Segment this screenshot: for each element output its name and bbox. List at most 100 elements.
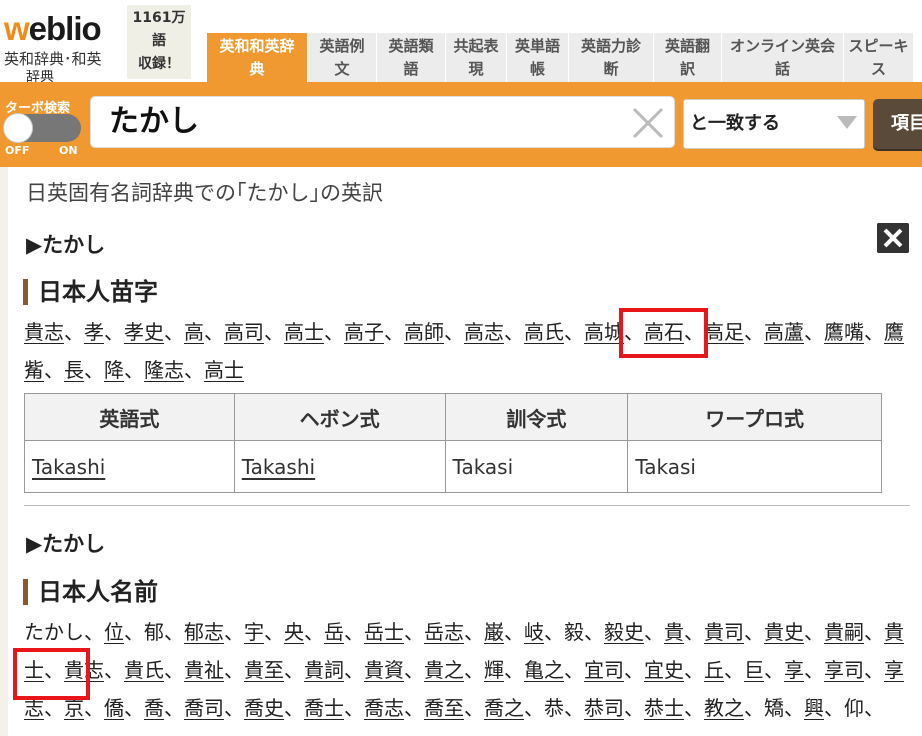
word-link[interactable]: 宜史 <box>644 658 684 682</box>
word-link[interactable]: 喬至 <box>424 696 464 720</box>
given-name-word-list: たかし、位、郁、郁志、宇、央、岳、岳士、岳志、巌、岐、毅、毅史、貴、貴司、貴史、… <box>24 613 912 736</box>
left-gutter <box>0 167 8 736</box>
word-link[interactable]: 教之 <box>704 696 744 720</box>
word-link[interactable]: 岐 <box>524 620 544 644</box>
word-link[interactable]: 高城 <box>584 320 624 344</box>
word-link[interactable]: 貴史 <box>764 620 804 644</box>
separator: 、 <box>684 696 704 720</box>
tab-0[interactable]: 英和和英辞典 <box>206 33 307 82</box>
tab-8[interactable]: スピーキス <box>843 33 913 82</box>
separator: 、 <box>164 320 184 344</box>
word-link[interactable]: 高蘆 <box>764 320 804 344</box>
search-input[interactable]: たかし <box>90 96 675 148</box>
word-link[interactable]: 高士 <box>204 358 244 382</box>
romanization-link[interactable]: Takashi <box>32 455 105 479</box>
weblio-logo[interactable]: weblio <box>4 12 102 45</box>
word-link[interactable]: 貴司 <box>704 620 744 644</box>
separator: 、 <box>224 620 244 644</box>
word-link[interactable]: 恭司 <box>584 696 624 720</box>
column-header: ヘボン式 <box>233 393 446 441</box>
word-link[interactable]: 貴氏 <box>124 658 164 682</box>
word-link[interactable]: 喬之 <box>484 696 524 720</box>
entry-heading-1[interactable]: ▶たかし <box>26 229 105 259</box>
word-link[interactable]: 喬志 <box>364 696 404 720</box>
word-link[interactable]: 亀之 <box>524 658 564 682</box>
word-link[interactable]: 巌 <box>484 620 504 644</box>
table-cell: Takashi <box>233 440 446 493</box>
word-link[interactable]: 郁志 <box>184 620 224 644</box>
word-link[interactable]: 貴嗣 <box>824 620 864 644</box>
separator: 、 <box>104 658 124 682</box>
word-link[interactable]: 宜司 <box>584 658 624 682</box>
word-link[interactable]: 貴 <box>664 620 684 644</box>
word-link[interactable]: 岳士 <box>364 620 404 644</box>
word-link[interactable]: 隆志 <box>144 358 184 382</box>
word-link[interactable]: 央 <box>284 620 304 644</box>
word-link[interactable]: 長 <box>64 358 84 382</box>
separator: 、 <box>744 620 764 644</box>
word-link[interactable]: 貴詞 <box>304 658 344 682</box>
separator: 、 <box>644 620 664 644</box>
separator: 、 <box>764 658 784 682</box>
tab-3[interactable]: 共起表現 <box>445 33 506 82</box>
word-link[interactable]: 喬史 <box>244 696 284 720</box>
word-link[interactable]: 興 <box>804 696 824 720</box>
word-link[interactable]: 貴之 <box>424 658 464 682</box>
tab-5[interactable]: 英語力診断 <box>568 33 653 82</box>
tab-7[interactable]: オンライン英会話 <box>721 33 843 82</box>
word-link[interactable]: 丘 <box>704 658 724 682</box>
toggle-off-label: OFF <box>5 144 30 157</box>
search-bar: ターボ検索 OFF ON たかし と一致する 項目 <box>0 82 922 167</box>
separator: 、 <box>684 658 704 682</box>
word-link[interactable]: 降 <box>104 358 124 382</box>
word-link: 毅 <box>564 620 584 644</box>
word-link[interactable]: 孝 <box>84 320 104 344</box>
word-link[interactable]: 岳志 <box>424 620 464 644</box>
word-link[interactable]: 高足 <box>704 320 744 344</box>
separator: 、 <box>224 696 244 720</box>
entry-heading-2[interactable]: ▶たかし <box>26 528 105 558</box>
word-link[interactable]: 貴至 <box>244 658 284 682</box>
word-link[interactable]: 高 <box>184 320 204 344</box>
word-link: 矯 <box>764 696 784 720</box>
word-link[interactable]: 毅史 <box>604 620 644 644</box>
tab-4[interactable]: 英単語帳 <box>506 33 568 82</box>
word-link[interactable]: 位 <box>104 620 124 644</box>
tab-6[interactable]: 英語翻訳 <box>653 33 721 82</box>
word-link: 郁 <box>144 620 164 644</box>
word-link[interactable]: 僑 <box>104 696 124 720</box>
close-icon[interactable] <box>877 223 909 253</box>
word-link[interactable]: 享司 <box>824 658 864 682</box>
word-link[interactable]: 宇 <box>244 620 264 644</box>
word-link[interactable]: 喬 <box>144 696 164 720</box>
word-link[interactable]: 高氏 <box>524 320 564 344</box>
word-link[interactable]: 高士 <box>284 320 324 344</box>
word-link[interactable]: 貴資 <box>364 658 404 682</box>
word-link[interactable]: 巨 <box>744 658 764 682</box>
word-link[interactable]: 高師 <box>404 320 444 344</box>
word-link[interactable]: 孝史 <box>124 320 164 344</box>
word-link[interactable]: 高志 <box>464 320 504 344</box>
word-link[interactable]: 鷹嘴 <box>824 320 864 344</box>
separator: 、 <box>824 696 844 720</box>
word-link[interactable]: 高子 <box>344 320 384 344</box>
word-link[interactable]: 貴祉 <box>184 658 224 682</box>
word-link[interactable]: 喬司 <box>184 696 224 720</box>
separator: 、 <box>84 358 104 382</box>
clear-icon[interactable] <box>631 106 665 140</box>
table-cell: Takasi <box>444 440 629 493</box>
word-link[interactable]: 貴志 <box>24 320 64 344</box>
word-link[interactable]: 輝 <box>484 658 504 682</box>
tab-1[interactable]: 英語例文 <box>307 33 376 82</box>
word-link[interactable]: 岳 <box>324 620 344 644</box>
chevron-down-icon <box>837 116 857 129</box>
romanization-link[interactable]: Takashi <box>242 455 315 479</box>
word-link[interactable]: 高司 <box>224 320 264 344</box>
word-link[interactable]: 喬士 <box>304 696 344 720</box>
turbo-search-toggle[interactable] <box>3 113 81 143</box>
search-submit-button[interactable]: 項目 <box>873 99 922 149</box>
tab-2[interactable]: 英語類語 <box>376 33 445 82</box>
word-link[interactable]: 恭士 <box>644 696 684 720</box>
word-link[interactable]: 享 <box>784 658 804 682</box>
separator: 、 <box>44 358 64 382</box>
